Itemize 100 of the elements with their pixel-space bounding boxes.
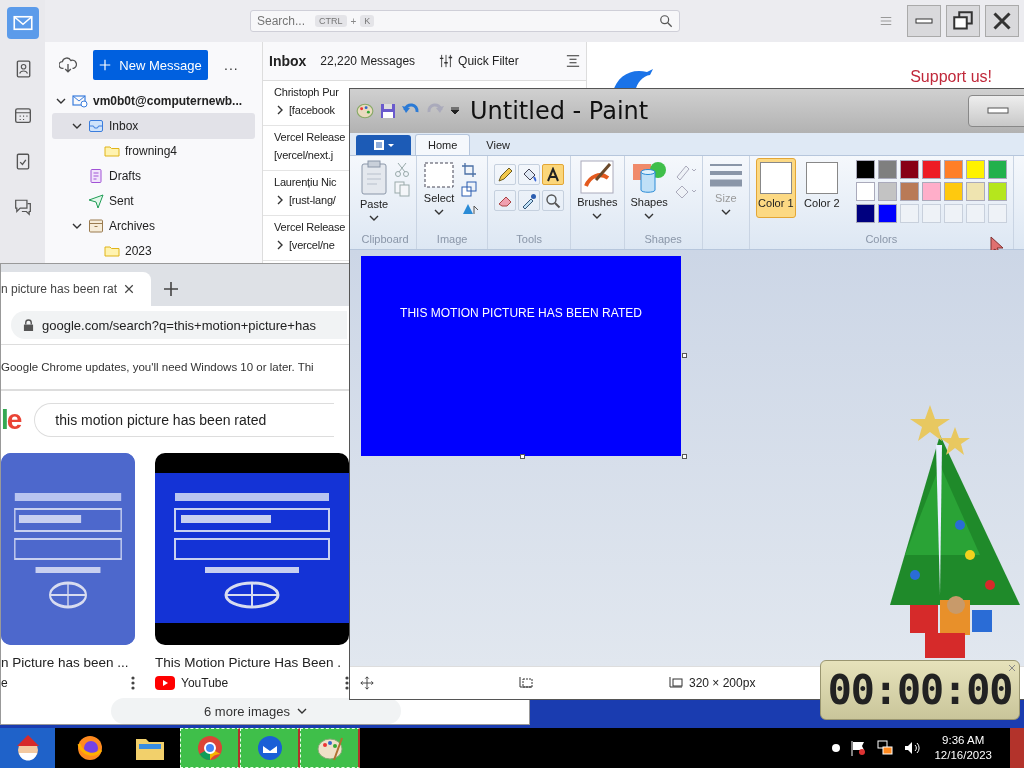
taskbar-button[interactable] (300, 728, 360, 768)
message-subject[interactable]: [facebook (289, 104, 335, 116)
restore-icon (953, 11, 973, 31)
copy-icon (394, 181, 411, 197)
support-link[interactable]: Support us! (910, 68, 992, 86)
lock-icon (23, 318, 34, 332)
empty-swatch (965, 204, 985, 223)
folder-item[interactable]: Inbox (52, 113, 255, 139)
folder-item[interactable]: Sent (52, 188, 255, 214)
restore-button[interactable] (946, 5, 980, 37)
inbox-icon (88, 117, 104, 134)
taskbar-button[interactable] (180, 728, 240, 768)
empty-swatch (943, 204, 963, 223)
tool-button[interactable] (518, 164, 541, 185)
account-icon (72, 92, 88, 109)
color-swatch[interactable] (987, 160, 1007, 179)
color-swatch[interactable] (877, 160, 897, 179)
taskbar-button[interactable] (240, 728, 300, 768)
color-swatch[interactable] (855, 204, 875, 223)
clipboard-icon (360, 160, 389, 196)
quick-filter-button[interactable]: Quick Filter (439, 54, 519, 68)
group-label: Shapes (644, 233, 682, 245)
folder-item[interactable]: vm0b0t@computernewb... (52, 88, 255, 114)
message-sender[interactable]: Christoph Pur (274, 86, 339, 98)
space-button[interactable] (6, 7, 39, 39)
message-sender[interactable]: Laurențiu Nic (274, 176, 337, 188)
message-subject[interactable]: [vercel/ne (289, 239, 335, 251)
color-swatch[interactable] (855, 160, 875, 179)
shapes-button[interactable]: Shapes (630, 158, 668, 222)
speaker-icon (904, 740, 921, 756)
browser-tab[interactable]: n picture has been rat (1, 272, 151, 306)
minimize-button[interactable] (968, 95, 1024, 127)
folder-item[interactable]: 2023 (52, 238, 255, 264)
more-images-button[interactable]: 6 more images (111, 698, 401, 724)
color-swatch[interactable] (899, 182, 919, 201)
new-message-button[interactable]: New Message (93, 50, 208, 81)
folder-item[interactable]: Archives (52, 213, 255, 239)
new-tab-icon (163, 281, 179, 297)
color-swatch[interactable] (965, 160, 985, 179)
timer-display: 00:00:00 (827, 667, 1013, 713)
tool-button[interactable] (494, 164, 517, 185)
folder-icon (104, 243, 120, 260)
color-slot-button[interactable]: Color 2 (801, 158, 842, 218)
list-options-icon (566, 54, 580, 68)
group-label: Image (436, 233, 468, 245)
message-subject[interactable]: [rust-lang/ (289, 194, 336, 206)
folder-item[interactable]: frowning4 (52, 138, 255, 164)
search-input[interactable]: Search... (257, 14, 311, 28)
play-icon (155, 676, 175, 690)
color-swatch[interactable] (877, 204, 897, 223)
ribbon-tab[interactable]: View (474, 134, 522, 155)
address-bar[interactable]: google.com/search?q=this+motion+picture+has (11, 311, 347, 339)
message-sender[interactable]: Vercel Release (274, 221, 346, 233)
mail-bird-icon (255, 734, 284, 762)
paint-bucket-icon (521, 166, 538, 183)
color-swatch[interactable] (943, 182, 963, 201)
group-label: Clipboard (361, 233, 409, 245)
color-swatch[interactable] (987, 182, 1007, 201)
network-icon (876, 739, 895, 757)
brushes-button[interactable]: Brushes (577, 158, 618, 222)
resize-handle[interactable] (520, 454, 525, 459)
taskbar-button[interactable] (0, 728, 55, 768)
tool-button[interactable] (542, 190, 565, 211)
tool-button[interactable] (542, 164, 565, 185)
tool-button[interactable] (518, 190, 541, 211)
select-button[interactable]: Select (423, 158, 456, 218)
resize-handle[interactable] (682, 353, 687, 358)
color-swatch[interactable] (855, 182, 875, 201)
minimize-button[interactable] (907, 5, 941, 37)
resize-handle[interactable] (682, 454, 687, 459)
color-swatch[interactable] (921, 160, 941, 179)
canvas-size: 320 × 200px (689, 676, 756, 690)
draft-icon (88, 168, 104, 185)
filter-sliders-icon (439, 54, 454, 68)
more-icon (131, 676, 135, 690)
more-button[interactable]: ... (224, 57, 239, 74)
paste-button[interactable]: Paste (360, 158, 389, 224)
empty-swatch (921, 204, 941, 223)
result-title[interactable]: n Picture has been ... (1, 655, 129, 670)
group-label: Tools (516, 233, 542, 245)
text-tool-icon (545, 166, 562, 183)
color-swatch[interactable] (943, 160, 963, 179)
ribbon-tab[interactable]: Home (415, 134, 471, 155)
menu-icon (879, 14, 893, 28)
chat-icon (13, 198, 32, 216)
drawing-canvas[interactable]: THIS MOTION PICTURE HAS BEEN RATED (361, 256, 681, 456)
selection-size-icon (518, 676, 534, 690)
message-sender[interactable]: Vercel Release (274, 131, 346, 143)
file-menu-button[interactable] (356, 135, 411, 155)
close-button[interactable] (985, 5, 1019, 37)
folder-item[interactable]: Drafts (52, 163, 255, 189)
color-swatch[interactable] (921, 182, 941, 201)
close-icon (123, 283, 136, 295)
color-swatch[interactable] (965, 182, 985, 201)
message-subject[interactable]: [vercel/next.j (274, 149, 333, 161)
result-title[interactable]: This Motion Picture Has Been . (155, 655, 342, 670)
color-swatch[interactable] (877, 182, 897, 201)
color-slot-button[interactable]: Color 1 (755, 158, 796, 218)
browser-icon (195, 734, 224, 762)
color-swatch[interactable] (899, 160, 919, 179)
